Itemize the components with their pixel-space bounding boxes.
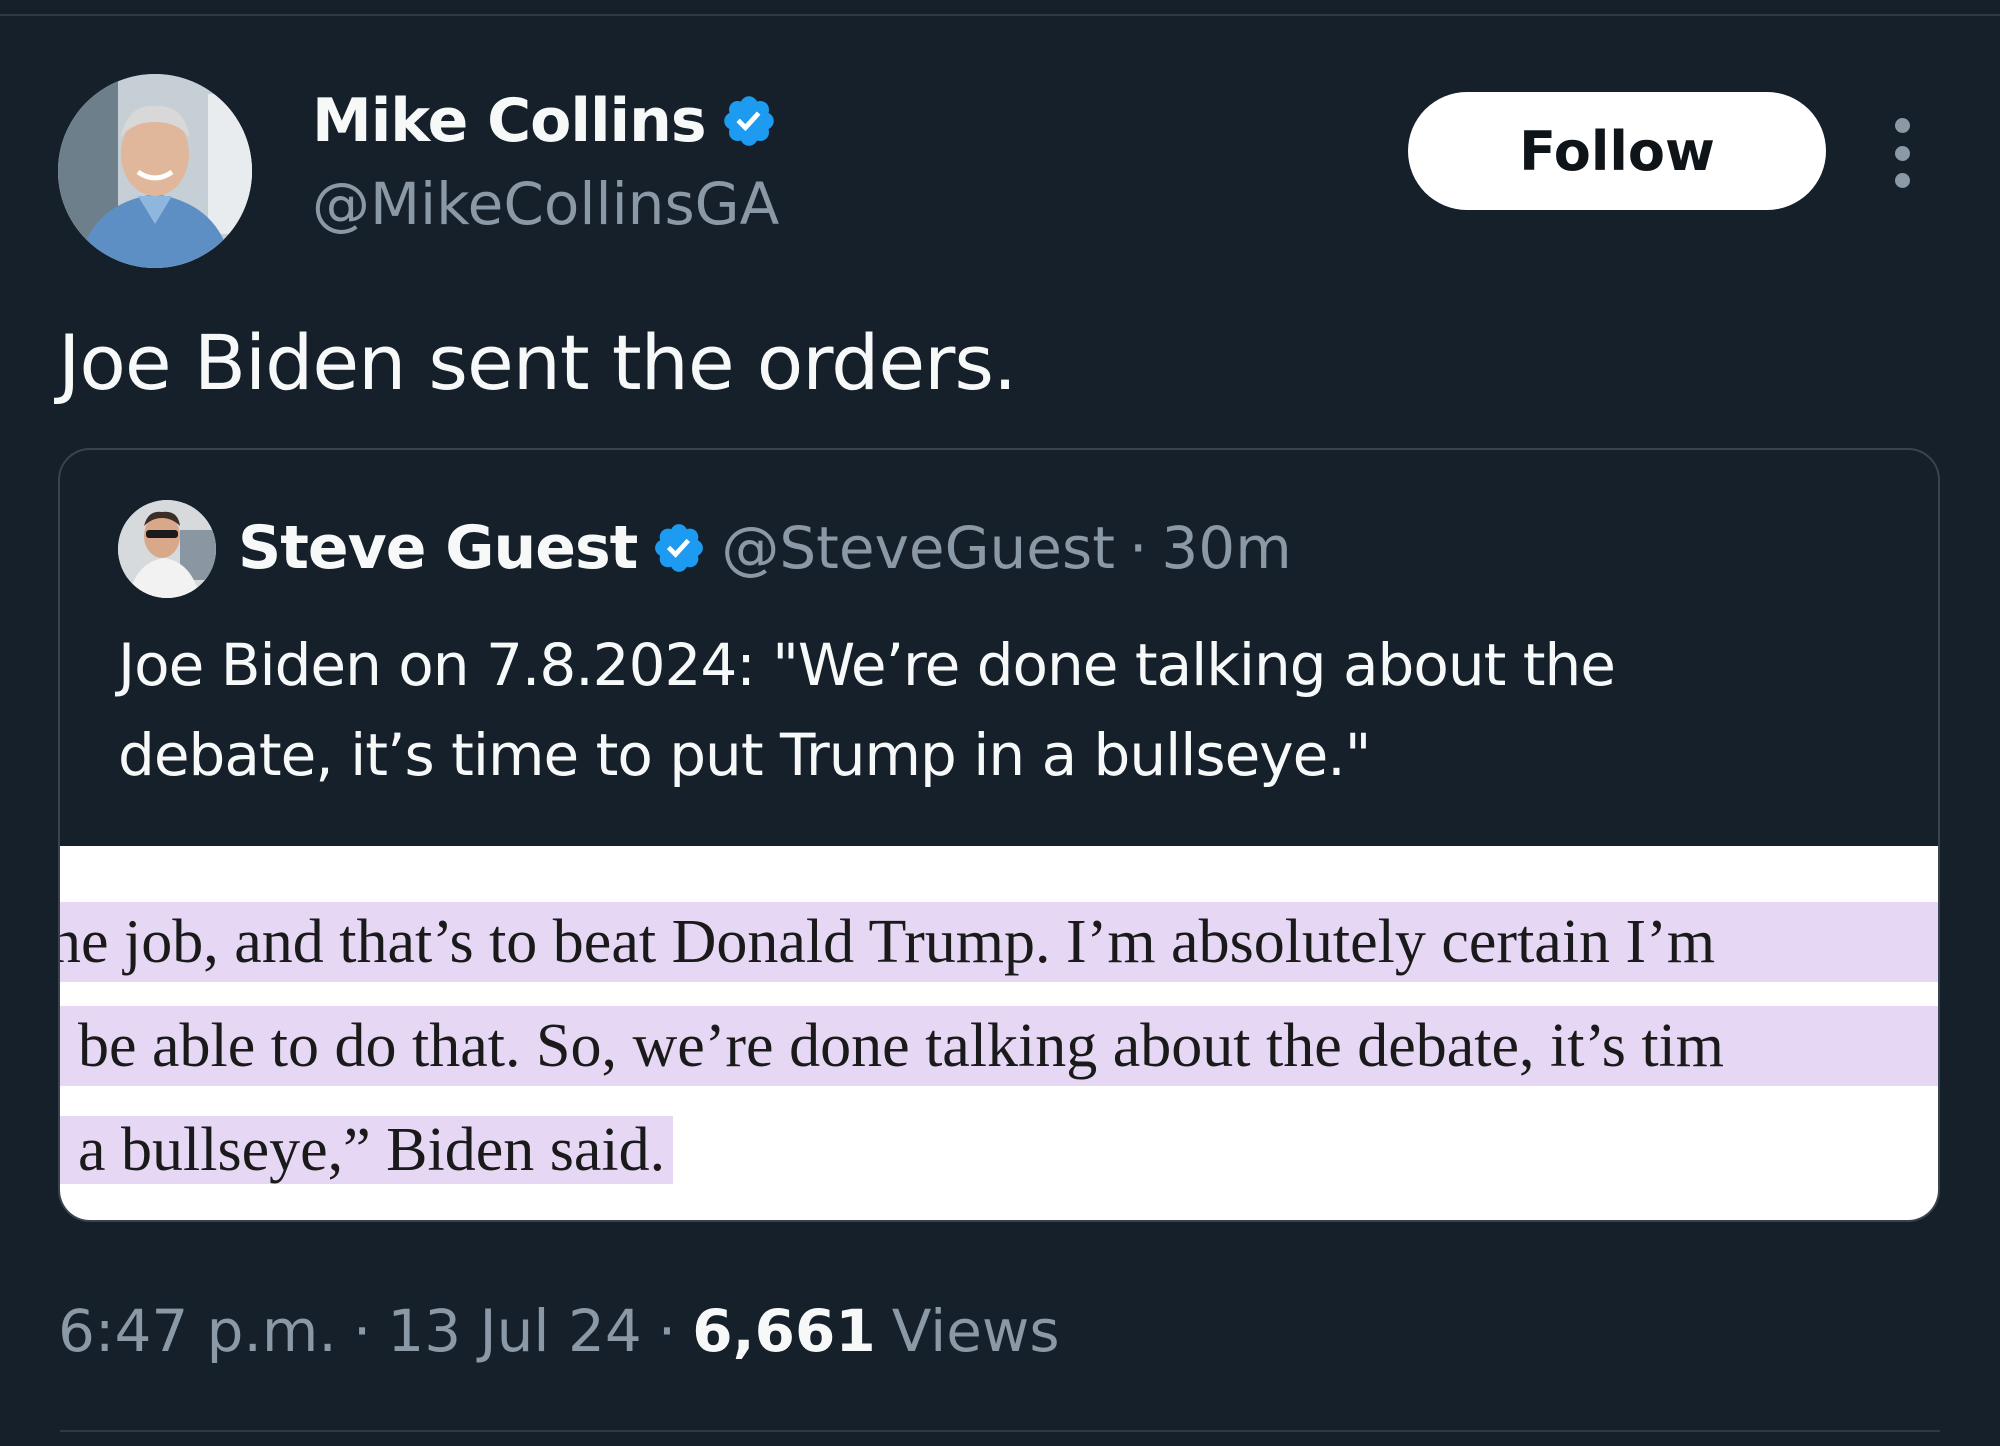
author-name-row[interactable]: Mike Collins [312,84,778,158]
quoted-tweet-card[interactable]: Steve Guest @SteveGuest · 30m Joe Biden … [58,448,1940,1222]
more-options-icon[interactable] [1880,118,1924,188]
views-count[interactable]: 6,661 [692,1297,875,1365]
more-dot [1894,145,1910,161]
media-text-line: ne job, and that’s to beat Donald Trump.… [60,902,1938,982]
tweet-time[interactable]: 6:47 p.m. [58,1297,337,1365]
tweet-date[interactable]: 13 Jul 24 [387,1297,641,1365]
media-text-line: a bullseye,” Biden said. [60,1110,674,1190]
more-dot [1894,173,1910,188]
author-name[interactable]: Mike Collins [312,86,707,156]
author-handle[interactable]: @MikeCollinsGA [312,170,779,238]
verified-badge-icon[interactable] [651,520,707,576]
meta-separator: · [352,1297,372,1365]
bottom-divider [60,1430,1940,1432]
media-highlight: ne job, and that’s to beat Donald Trump.… [60,902,1938,982]
media-highlight: a bullseye,” Biden said. [60,1116,674,1184]
quoted-timestamp[interactable]: 30m [1161,514,1291,582]
quoted-media-image[interactable]: ne job, and that’s to beat Donald Trump.… [60,846,1938,1220]
quoted-text-line: Joe Biden on 7.8.2024: "We’re done talki… [118,631,1616,699]
top-divider [0,14,2000,16]
quoted-avatar-image [118,500,216,598]
more-dot [1894,118,1910,133]
verified-badge-icon[interactable] [720,92,778,150]
quoted-author-avatar[interactable] [118,500,216,598]
quoted-text-line: debate, it’s time to put Trump in a bull… [118,721,1371,789]
views-label[interactable]: Views [892,1297,1060,1365]
media-highlight: be able to do that. So, we’re done talki… [60,1006,1938,1086]
media-text-line: be able to do that. So, we’re done talki… [60,1006,1938,1086]
quoted-separator: · [1128,514,1148,582]
meta-separator: · [657,1297,677,1365]
quoted-tweet-text: Joe Biden on 7.8.2024: "We’re done talki… [118,620,1898,800]
quoted-header: Steve Guest @SteveGuest · 30m [238,506,1292,590]
tweet-meta: 6:47 p.m. · 13 Jul 24 · 6,661 Views [58,1292,1060,1370]
quoted-author-handle[interactable]: @SteveGuest [721,514,1115,582]
quoted-author-name[interactable]: Steve Guest [238,513,638,583]
author-avatar-image [58,74,252,268]
tweet-text: Joe Biden sent the orders. [58,318,1017,407]
follow-button[interactable]: Follow [1408,92,1826,210]
author-avatar[interactable] [58,74,252,268]
